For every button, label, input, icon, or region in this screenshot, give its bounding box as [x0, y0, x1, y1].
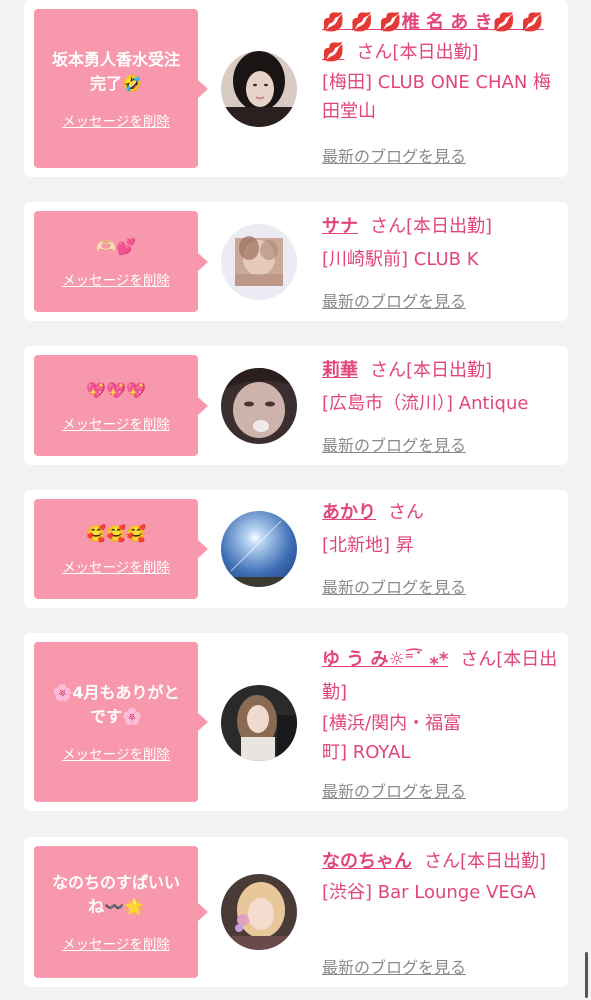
latest-blog-link[interactable]: 最新のブログを見る: [322, 574, 466, 598]
blog-link-wrap: 最新のブログを見る: [322, 0, 558, 177]
blog-link-wrap: 最新のブログを見る: [322, 490, 558, 608]
avatar[interactable]: [221, 511, 297, 587]
message-text: 🌸4月もありがとです🌸: [52, 683, 180, 726]
avatar[interactable]: [221, 685, 297, 761]
message-bubble: なのちのすぱいいね〰️🌟 メッセージを削除: [34, 846, 208, 978]
blog-link-wrap: 最新のブログを見る: [322, 202, 558, 321]
delete-message-link[interactable]: メッセージを削除: [62, 556, 170, 576]
message-card: 坂本勇人香水受注完了🤣 メッセージを削除 💋 💋 💋椎 名 あ き💋 💋 💋 さん…: [24, 0, 568, 177]
avatar[interactable]: [221, 51, 297, 127]
latest-blog-link[interactable]: 最新のブログを見る: [322, 143, 466, 167]
avatar[interactable]: [221, 368, 297, 444]
delete-message-link[interactable]: メッセージを削除: [62, 110, 170, 130]
message-bubble: 坂本勇人香水受注完了🤣 メッセージを削除: [34, 9, 208, 168]
message-text: 🫶🏻💕: [96, 236, 136, 256]
scrollbar[interactable]: [585, 952, 588, 998]
message-bubble: 🌸4月もありがとです🌸 メッセージを削除: [34, 642, 208, 802]
blog-link-wrap: 最新のブログを見る: [322, 837, 558, 987]
message-bubble: 🫶🏻💕 メッセージを削除: [34, 211, 208, 312]
message-card: 💖💖💖 メッセージを削除 莉華 さん[本日出勤] [広島市（流川）] Antiqu…: [24, 346, 568, 465]
delete-message-link[interactable]: メッセージを削除: [62, 743, 170, 763]
message-card: 🌸4月もありがとです🌸 メッセージを削除 ゆ う み☼⁼͡˙ ⁎* さん[本日出勤…: [24, 633, 568, 811]
message-card: なのちのすぱいいね〰️🌟 メッセージを削除 なのちゃん さん[本日出勤] [渋谷]…: [24, 837, 568, 987]
message-card: 🫶🏻💕 メッセージを削除 サナ さん[本日出勤] [川崎駅前] CLUB K 最新…: [24, 202, 568, 321]
message-text: 🥰🥰🥰: [86, 524, 146, 543]
message-bubble: 💖💖💖 メッセージを削除: [34, 355, 208, 456]
avatar[interactable]: [221, 224, 297, 300]
latest-blog-link[interactable]: 最新のブログを見る: [322, 778, 466, 802]
avatar[interactable]: [221, 874, 297, 950]
message-card: 🥰🥰🥰 メッセージを削除 あかり さん [北新地] 昇 最新のブログを見る: [24, 490, 568, 608]
message-text: 💖💖💖: [86, 380, 146, 400]
latest-blog-link[interactable]: 最新のブログを見る: [322, 288, 466, 312]
latest-blog-link[interactable]: 最新のブログを見る: [322, 432, 466, 456]
message-text: 坂本勇人香水受注完了🤣: [51, 49, 180, 93]
delete-message-link[interactable]: メッセージを削除: [62, 413, 170, 433]
delete-message-link[interactable]: メッセージを削除: [62, 933, 170, 953]
delete-message-link[interactable]: メッセージを削除: [62, 269, 170, 289]
blog-link-wrap: 最新のブログを見る: [322, 346, 558, 465]
blog-link-wrap: 最新のブログを見る: [322, 633, 558, 811]
message-text: なのちのすぱいいね〰️🌟: [51, 873, 180, 916]
message-bubble: 🥰🥰🥰 メッセージを削除: [34, 499, 208, 599]
latest-blog-link[interactable]: 最新のブログを見る: [322, 954, 466, 978]
